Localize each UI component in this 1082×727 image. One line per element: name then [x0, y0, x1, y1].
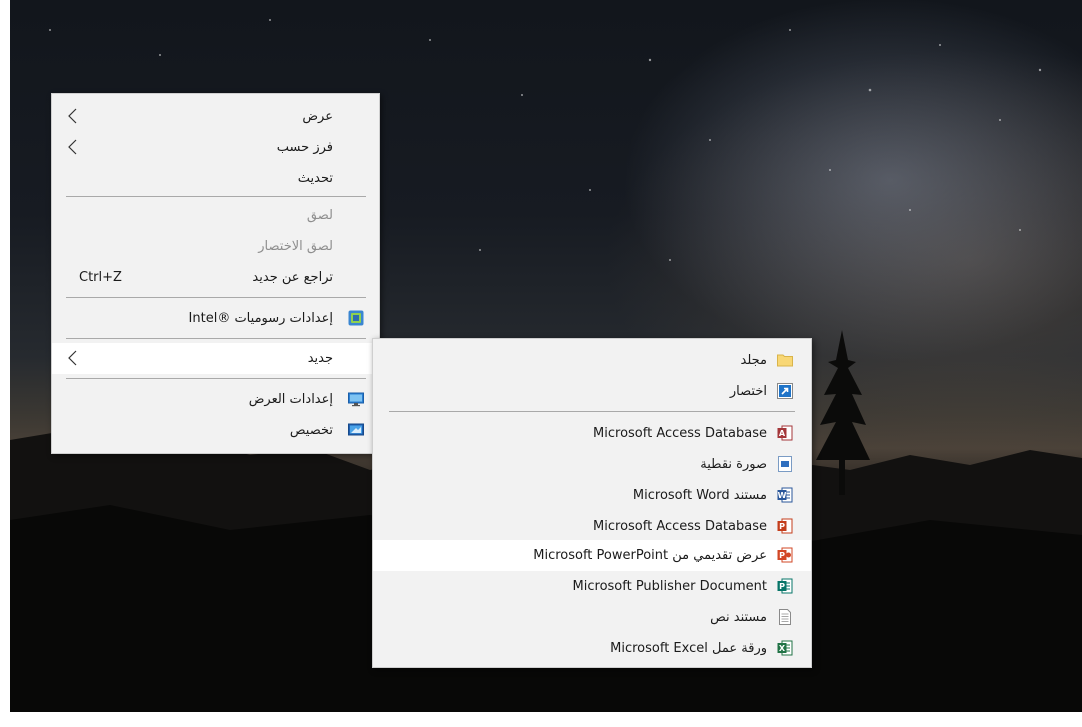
text-document-icon	[779, 609, 791, 625]
powerpoint-icon: P	[777, 547, 793, 563]
svg-text:P: P	[779, 582, 785, 591]
menu-item-label: تحديث	[297, 171, 333, 186]
menu-item-label: لصق	[306, 208, 333, 223]
menu-item-sort-by[interactable]: فرز حسب	[52, 132, 379, 163]
svg-text:A: A	[779, 429, 786, 438]
menu-separator	[66, 378, 366, 379]
submenu-item-word-document[interactable]: W مستند Microsoft Word	[373, 480, 811, 511]
keyboard-shortcut: Ctrl+Z	[79, 270, 122, 285]
svg-text:P: P	[779, 522, 785, 531]
chevron-left-icon	[68, 139, 77, 155]
submenu-item-powerpoint-presentation[interactable]: P عرض تقديمي من Microsoft PowerPoint	[373, 540, 811, 571]
submenu-item-label: ورقة عمل Microsoft Excel	[610, 641, 767, 656]
menu-item-personalize[interactable]: تخصيص	[52, 415, 379, 446]
menu-item-label: عرض	[302, 109, 333, 124]
submenu-item-bitmap-image[interactable]: صورة نقطية	[373, 449, 811, 480]
publisher-icon: P	[777, 578, 793, 594]
menu-item-paste-shortcut: لصق الاختصار	[52, 231, 379, 262]
menu-separator	[66, 338, 366, 339]
access-icon: P	[777, 518, 793, 534]
menu-item-intel-graphics[interactable]: إعدادات رسوميات ®Intel	[52, 303, 379, 334]
menu-item-undo-new[interactable]: تراجع عن جديد Ctrl+Z	[52, 262, 379, 293]
menu-item-paste: لصق	[52, 200, 379, 231]
desktop-context-menu: عرض فرز حسب تحديث لصق لصق الاختصار تراجع…	[51, 93, 380, 454]
menu-item-refresh[interactable]: تحديث	[52, 163, 379, 194]
submenu-item-label: Microsoft Access Database	[593, 519, 767, 534]
menu-item-label: إعدادات رسوميات ®Intel	[188, 311, 333, 326]
word-icon: W	[777, 487, 793, 503]
new-submenu: مجلد اختصار A Microsoft Access Database …	[372, 338, 812, 668]
submenu-item-label: مستند نص	[710, 610, 767, 625]
submenu-item-folder[interactable]: مجلد	[373, 345, 811, 376]
submenu-item-access-database-2[interactable]: P Microsoft Access Database	[373, 511, 811, 542]
submenu-item-excel-worksheet[interactable]: X ورقة عمل Microsoft Excel	[373, 633, 811, 664]
submenu-item-access-database[interactable]: A Microsoft Access Database	[373, 418, 811, 449]
submenu-item-shortcut[interactable]: اختصار	[373, 376, 811, 407]
menu-item-label: إعدادات العرض	[248, 392, 333, 407]
personalize-icon	[348, 423, 364, 436]
menu-separator	[389, 411, 795, 412]
menu-item-label: فرز حسب	[276, 140, 333, 155]
svg-text:X: X	[779, 644, 786, 653]
submenu-item-label: اختصار	[729, 384, 767, 399]
submenu-item-label: Microsoft Publisher Document	[572, 579, 767, 594]
menu-item-view[interactable]: عرض	[52, 101, 379, 132]
submenu-item-label: صورة نقطية	[700, 457, 767, 472]
chevron-left-icon	[68, 350, 77, 366]
access-icon: A	[777, 425, 793, 441]
excel-icon: X	[777, 640, 793, 656]
intel-graphics-icon	[348, 310, 364, 326]
svg-text:W: W	[778, 491, 787, 500]
submenu-item-label: مستند Microsoft Word	[632, 488, 767, 503]
menu-separator	[66, 297, 366, 298]
folder-icon	[777, 354, 793, 367]
menu-item-label: لصق الاختصار	[258, 239, 333, 254]
menu-item-new[interactable]: جديد	[52, 343, 379, 374]
menu-item-label: تخصيص	[289, 423, 333, 438]
chevron-left-icon	[68, 108, 77, 124]
bitmap-icon	[778, 456, 792, 472]
menu-separator	[66, 196, 366, 197]
menu-item-label: جديد	[307, 351, 333, 366]
submenu-item-text-document[interactable]: مستند نص	[373, 602, 811, 633]
menu-item-display-settings[interactable]: إعدادات العرض	[52, 384, 379, 415]
menu-item-label: تراجع عن جديد	[252, 270, 333, 285]
submenu-item-label: مجلد	[740, 353, 767, 368]
display-settings-icon	[348, 392, 364, 407]
submenu-item-label: Microsoft Access Database	[593, 426, 767, 441]
submenu-item-label: عرض تقديمي من Microsoft PowerPoint	[533, 548, 767, 563]
submenu-item-publisher-document[interactable]: P Microsoft Publisher Document	[373, 571, 811, 602]
shortcut-icon	[777, 383, 793, 399]
svg-text:P: P	[779, 551, 785, 560]
